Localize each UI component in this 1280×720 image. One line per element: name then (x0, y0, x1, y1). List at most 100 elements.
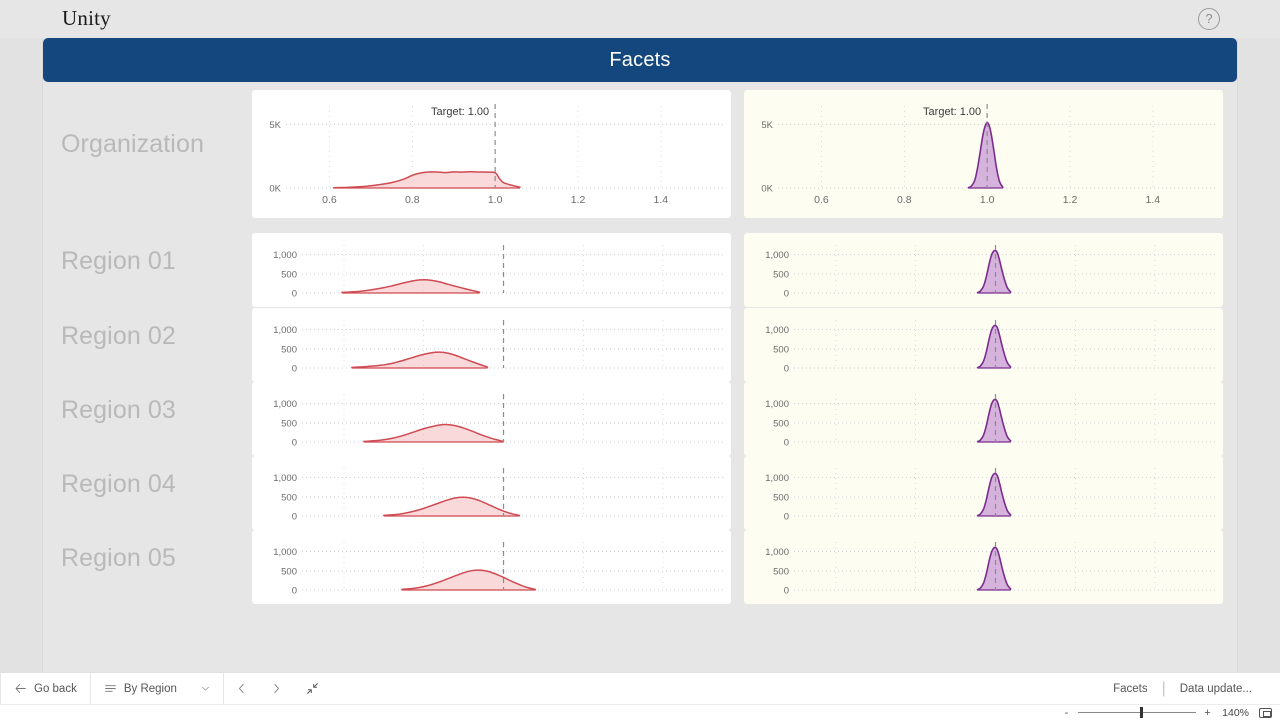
zoom-out-button[interactable]: - (1062, 707, 1071, 719)
help-circle-icon[interactable]: ? (1198, 8, 1220, 30)
y-axis-tick-label: 500 (281, 344, 297, 355)
status-bar: Go back By Region Facets | Data update..… (0, 672, 1280, 705)
row-label-region04: Region 04 (61, 470, 176, 498)
y-axis-tick-label: 1,000 (273, 473, 297, 484)
y-axis-tick-label: 500 (773, 344, 789, 355)
chevron-left-icon (235, 682, 248, 695)
y-axis-tick-label: 1,000 (765, 325, 789, 336)
y-axis-tick-label: 1,000 (273, 399, 297, 410)
y-axis-tick-label: 500 (281, 566, 297, 577)
y-axis-tick-label: 500 (773, 269, 789, 280)
x-axis-tick-label: 1.4 (654, 194, 669, 206)
target-annotation-label: Target: 1.00 (923, 106, 981, 118)
distribution-area (333, 171, 520, 188)
x-axis-tick-label: 1.4 (1146, 194, 1161, 206)
y-axis-tick-label: 0 (292, 512, 297, 523)
y-axis-tick-label: 1,000 (765, 547, 789, 558)
zoom-in-button[interactable]: + (1203, 707, 1212, 719)
x-axis-tick-label: 1.0 (488, 194, 503, 206)
y-axis-tick-label: 5K (761, 120, 773, 131)
right-divider (1237, 0, 1238, 672)
zoom-bar: - + 140% (0, 704, 1280, 720)
x-axis-tick-label: 0.8 (897, 194, 912, 206)
panel-region01-m60[interactable]: 0 500 1,000 (744, 233, 1223, 307)
facet-row-organization: Organization 0K 5K 0.6 0.8 1.0 1.2 1.4 Target: 1… (43, 90, 1237, 218)
y-axis-tick-label: 0 (292, 438, 297, 449)
target-annotation-label: Target: 1.00 (431, 106, 489, 118)
panel-organization-m60[interactable]: 0K 5K 0.6 0.8 1.0 1.2 1.4 Target: 1.00 (744, 90, 1223, 218)
group-by-label: By Region (123, 682, 177, 695)
zoom-level-label: 140% (1222, 706, 1249, 719)
app-root: Unity ? Facets Month 01 Month 60 Organiz… (0, 0, 1280, 720)
y-axis-tick-label: 1,000 (765, 399, 789, 410)
collapse-button[interactable] (294, 673, 331, 705)
chevron-right-icon (270, 682, 283, 695)
y-axis-tick-label: 1,000 (273, 325, 297, 336)
app-header: Unity ? (0, 0, 1280, 38)
panel-organization-m1[interactable]: 0K 5K 0.6 0.8 1.0 1.2 1.4 Target: 1.00 (252, 90, 731, 218)
y-axis-tick-label: 500 (773, 566, 789, 577)
x-axis-tick-label: 0.6 (322, 194, 337, 206)
y-axis-tick-label: 0 (784, 438, 789, 449)
arrow-left-icon (14, 682, 27, 695)
facets-grid: Month 01 Month 60 Organization0K5K0.60.8… (43, 90, 1237, 670)
facet-row-region02: Region 02 0 500 1,000 0 500 1,000 (43, 308, 1237, 382)
panel-region03-m1[interactable]: 0 500 1,000 (252, 382, 731, 456)
left-frame-shade (0, 0, 42, 672)
facet-row-region05: Region 05 0 500 1,000 0 500 1,000 (43, 530, 1237, 604)
sheet-tab-facets[interactable]: Facets (1099, 683, 1162, 695)
panel-region04-m1[interactable]: 0 500 1,000 (252, 456, 731, 530)
zoom-slider-thumb[interactable] (1140, 707, 1143, 718)
x-axis-tick-label: 0.6 (814, 194, 829, 206)
y-axis-tick-label: 0K (761, 184, 773, 195)
panel-region03-m60[interactable]: 0 500 1,000 (744, 382, 1223, 456)
y-axis-tick-label: 0 (784, 586, 789, 597)
right-frame-shade (1238, 0, 1280, 672)
panel-region02-m60[interactable]: 0 500 1,000 (744, 308, 1223, 382)
y-axis-tick-label: 1,000 (273, 250, 297, 261)
row-label-region05: Region 05 (61, 544, 176, 572)
y-axis-tick-label: 0 (784, 364, 789, 375)
x-axis-tick-label: 1.2 (1063, 194, 1078, 206)
y-axis-tick-label: 0 (292, 586, 297, 597)
status-right-group: Facets | Data update... (1099, 680, 1280, 698)
x-axis-tick-label: 0.8 (405, 194, 420, 206)
prev-page-button[interactable] (224, 673, 259, 705)
row-label-region01: Region 01 (61, 247, 176, 275)
go-back-button[interactable]: Go back (1, 673, 90, 705)
facets-banner-title: Facets (609, 48, 671, 71)
hamburger-icon (104, 682, 117, 695)
panel-region02-m1[interactable]: 0 500 1,000 (252, 308, 731, 382)
y-axis-tick-label: 0K (269, 184, 281, 195)
next-page-button[interactable] (259, 673, 294, 705)
panel-region05-m60[interactable]: 0 500 1,000 (744, 530, 1223, 604)
y-axis-tick-label: 500 (773, 418, 789, 429)
x-axis-tick-label: 1.2 (571, 194, 586, 206)
facet-row-region04: Region 04 0 500 1,000 0 500 1,000 (43, 456, 1237, 530)
panel-region01-m1[interactable]: 0 500 1,000 (252, 233, 731, 307)
row-label-region02: Region 02 (61, 322, 176, 350)
fit-to-screen-icon[interactable] (1259, 707, 1272, 718)
panel-region05-m1[interactable]: 0 500 1,000 (252, 530, 731, 604)
y-axis-tick-label: 500 (773, 492, 789, 503)
facets-banner: Facets (43, 38, 1237, 82)
row-label-organization: Organization (61, 130, 204, 158)
y-axis-tick-label: 1,000 (765, 250, 789, 261)
group-by-dropdown[interactable]: By Region (91, 673, 223, 705)
distribution-area (968, 122, 1003, 188)
y-axis-tick-label: 500 (281, 418, 297, 429)
y-axis-tick-label: 0 (292, 289, 297, 300)
y-axis-tick-label: 0 (784, 289, 789, 300)
row-label-region03: Region 03 (61, 396, 176, 424)
chevron-down-icon[interactable] (200, 683, 211, 694)
y-axis-tick-label: 500 (281, 492, 297, 503)
x-axis-tick-label: 1.0 (980, 194, 995, 206)
page-title: Unity (62, 6, 111, 30)
facet-row-region03: Region 03 0 500 1,000 0 500 1,000 (43, 382, 1237, 456)
y-axis-tick-label: 5K (269, 120, 281, 131)
panel-region04-m60[interactable]: 0 500 1,000 (744, 456, 1223, 530)
collapse-arrows-icon (306, 682, 319, 695)
data-update-status[interactable]: Data update... (1166, 683, 1266, 695)
zoom-slider[interactable] (1078, 707, 1196, 718)
y-axis-tick-label: 500 (281, 269, 297, 280)
